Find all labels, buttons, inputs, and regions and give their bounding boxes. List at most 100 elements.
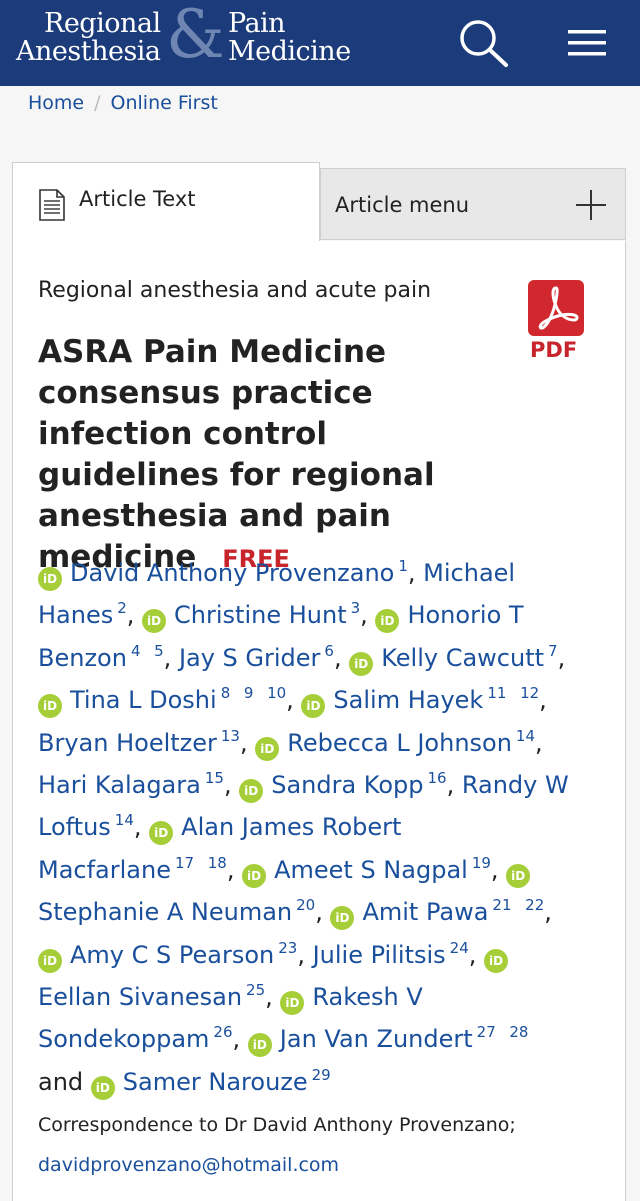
search-button[interactable]: [456, 18, 510, 68]
author-name-link[interactable]: Julie Pilitsis: [313, 941, 446, 969]
author-name-link[interactable]: Amit Pawa: [362, 898, 488, 926]
orcid-icon[interactable]: iD: [330, 906, 355, 931]
plus-icon: [576, 190, 606, 220]
orcid-icon[interactable]: iD: [242, 863, 267, 888]
orcid-icon[interactable]: iD: [349, 651, 374, 676]
affiliation-ref-link[interactable]: 27: [477, 1023, 496, 1041]
affiliation-ref-link[interactable]: 12: [520, 684, 539, 702]
author-name-link[interactable]: Eellan Sivanesan: [38, 983, 242, 1011]
tab-article-menu-label: Article menu: [335, 193, 470, 217]
affiliation-ref-link[interactable]: 6: [324, 642, 334, 660]
document-icon: [39, 189, 65, 221]
author-entry: iD Tina L Doshi 8 9 10: [38, 684, 286, 719]
author-entry: iD Amit Pawa 21 22: [330, 896, 544, 931]
author-list: iD David Anthony Provenzano 1, Michael Han…: [38, 552, 578, 1103]
author-entry: iD Rebecca L Johnson 14: [255, 727, 535, 761]
author-entry: iD Samer Narouze 29: [90, 1066, 331, 1100]
breadcrumb-online-first-link[interactable]: Online First: [111, 92, 218, 114]
orcid-icon[interactable]: iD: [90, 1075, 115, 1100]
affiliation-ref-link[interactable]: 1: [398, 557, 408, 575]
article-title-text: ASRA Pain Medicine consensus practice in…: [38, 334, 435, 575]
affiliation-ref-link[interactable]: 15: [205, 769, 224, 787]
orcid-icon[interactable]: iD: [484, 948, 509, 973]
affiliation-ref-link[interactable]: 4: [131, 642, 141, 660]
orcid-icon[interactable]: iD: [247, 1033, 272, 1058]
orcid-icon[interactable]: iD: [142, 609, 167, 634]
affiliation-ref-link[interactable]: 23: [278, 939, 297, 957]
author-name-link[interactable]: David Anthony Provenzano: [70, 559, 394, 587]
pdf-icon: [528, 280, 584, 336]
author-entry: Hari Kalagara 15: [38, 769, 224, 800]
author-name-link[interactable]: Salim Hayek: [333, 686, 483, 714]
author-name-link[interactable]: Bryan Hoeltzer: [38, 729, 217, 757]
correspondence-email-link[interactable]: davidprovenzano@hotmail.com: [38, 1154, 339, 1176]
orcid-icon[interactable]: iD: [301, 694, 326, 719]
author-name-link[interactable]: Amy C S Pearson: [70, 941, 274, 969]
affiliation-ref-link[interactable]: 25: [246, 981, 265, 999]
author-list-and: and: [38, 1067, 84, 1096]
affiliation-ref-link[interactable]: 11: [487, 684, 506, 702]
pdf-label: PDF: [530, 338, 578, 362]
author-name-link[interactable]: Kelly Cawcutt: [381, 644, 544, 672]
affiliation-ref-link[interactable]: 5: [154, 642, 164, 660]
author-name-link[interactable]: Samer Narouze: [123, 1068, 308, 1096]
author-entry: iD Ameet S Nagpal 19: [242, 854, 491, 888]
affiliation-ref-link[interactable]: 9: [244, 684, 254, 702]
breadcrumb-separator: /: [94, 92, 101, 114]
article-title: ASRA Pain Medicine consensus practice in…: [38, 332, 508, 580]
main-menu-button[interactable]: [566, 26, 608, 60]
affiliation-ref-link[interactable]: 21: [492, 896, 511, 914]
tab-article-text[interactable]: Article Text: [12, 162, 320, 242]
author-name-link[interactable]: Christine Hunt: [174, 601, 347, 629]
journal-logo[interactable]: Regional Anesthesia & Pain Medicine: [16, 2, 366, 72]
affiliation-ref-link[interactable]: 10: [267, 684, 286, 702]
affiliation-ref-link[interactable]: 14: [115, 811, 134, 829]
affiliation-ref-link[interactable]: 16: [428, 769, 447, 787]
affiliation-ref-link[interactable]: 14: [516, 727, 535, 745]
logo-word-pain: Pain: [228, 8, 286, 39]
affiliation-ref-link[interactable]: 20: [296, 896, 315, 914]
author-entry: iD Salim Hayek 11 12: [301, 684, 539, 719]
affiliation-ref-link[interactable]: 29: [312, 1066, 331, 1084]
affiliation-ref-link[interactable]: 26: [213, 1023, 232, 1041]
author-name-link[interactable]: Sandra Kopp: [271, 771, 423, 799]
affiliation-ref-link[interactable]: 28: [509, 1023, 528, 1041]
affiliation-ref-link[interactable]: 7: [548, 642, 558, 660]
author-entry: iD Sandra Kopp 16: [239, 769, 447, 804]
author-entry: iD Christine Hunt 3: [142, 599, 361, 634]
orcid-icon[interactable]: iD: [239, 779, 264, 804]
orcid-icon[interactable]: iD: [38, 567, 62, 591]
author-name-link[interactable]: Tina L Doshi: [70, 686, 217, 714]
logo-ampersand: &: [166, 0, 225, 73]
logo-word-anesthesia: Anesthesia: [16, 36, 161, 67]
breadcrumb-home-link[interactable]: Home: [28, 92, 84, 114]
author-name-link[interactable]: Hari Kalagara: [38, 771, 201, 799]
affiliation-ref-link[interactable]: 13: [221, 727, 240, 745]
orcid-icon[interactable]: iD: [38, 948, 62, 973]
pdf-download-button[interactable]: PDF: [526, 280, 586, 366]
author-name-link[interactable]: Jay S Grider: [179, 644, 320, 672]
author-entry: iD Amy C S Pearson 23: [38, 939, 297, 973]
affiliation-ref-link[interactable]: 3: [351, 599, 361, 617]
affiliation-ref-link[interactable]: 18: [208, 854, 227, 872]
orcid-icon[interactable]: iD: [375, 609, 400, 634]
orcid-icon[interactable]: iD: [506, 863, 531, 888]
affiliation-ref-link[interactable]: 8: [221, 684, 231, 702]
orcid-icon[interactable]: iD: [280, 991, 305, 1016]
affiliation-ref-link[interactable]: 24: [450, 939, 469, 957]
author-name-link[interactable]: Ameet S Nagpal: [274, 856, 468, 884]
affiliation-ref-link[interactable]: 2: [117, 599, 127, 617]
affiliation-ref-link[interactable]: 17: [175, 854, 194, 872]
author-name-link[interactable]: Stephanie A Neuman: [38, 898, 292, 926]
orcid-icon[interactable]: iD: [255, 736, 280, 761]
tab-article-menu[interactable]: Article menu: [320, 168, 626, 240]
orcid-icon[interactable]: iD: [149, 821, 174, 846]
affiliation-ref-link[interactable]: 19: [472, 854, 491, 872]
orcid-icon[interactable]: iD: [38, 694, 62, 719]
correspondence-text: Correspondence to Dr David Anthony Prove…: [38, 1114, 516, 1136]
author-entry: iD David Anthony Provenzano 1: [38, 557, 408, 591]
article-category: Regional anesthesia and acute pain: [38, 278, 432, 303]
author-name-link[interactable]: Rebecca L Johnson: [287, 729, 512, 757]
affiliation-ref-link[interactable]: 22: [525, 896, 544, 914]
author-name-link[interactable]: Jan Van Zundert: [280, 1025, 473, 1053]
